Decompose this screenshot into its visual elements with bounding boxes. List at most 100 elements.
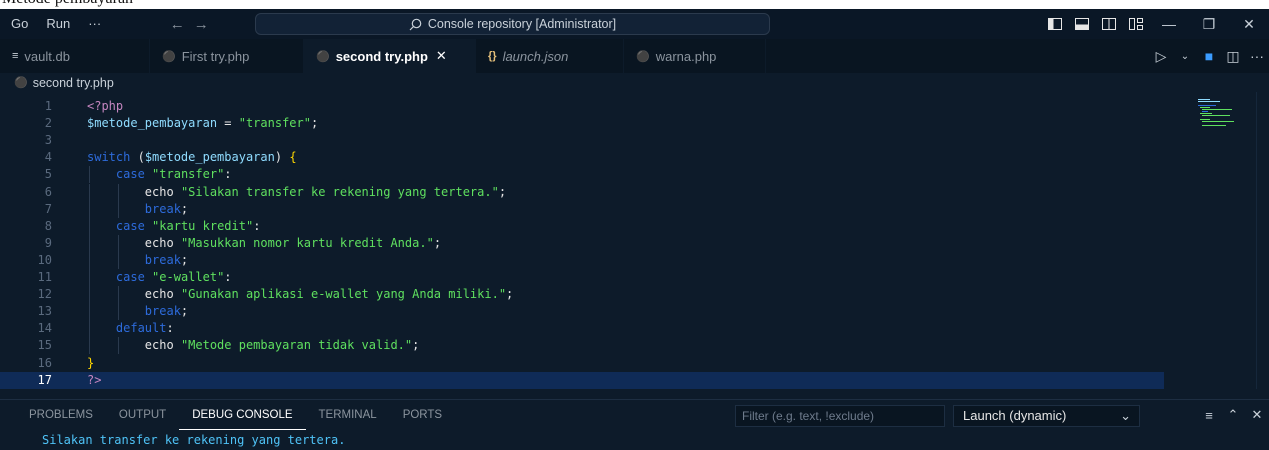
line-number: 9 — [44, 235, 52, 250]
toggle-panel-icon[interactable] — [1068, 9, 1095, 39]
code-line[interactable]: 1 <?php — [0, 98, 1164, 115]
editor-tab-bar: ≡ vault.db ⚫ First try.php ⚫ second try.… — [0, 39, 1269, 73]
code-line[interactable]: 9 echo "Masukkan nomor kartu kredit Anda… — [0, 234, 1164, 252]
launch-config-select[interactable]: Launch (dynamic) ⌄ — [953, 405, 1140, 427]
code-text: echo "Masukkan nomor kartu kredit Anda."… — [144, 235, 442, 250]
code-text: default: — [115, 321, 174, 336]
code-line[interactable]: 17 ?> — [0, 371, 1164, 389]
menu-more[interactable]: ··· — [79, 9, 110, 39]
code-line[interactable]: 14 default: — [0, 320, 1164, 338]
title-controls: — ❐ ✕ — [1041, 9, 1269, 39]
code-line[interactable]: 15 echo "Metode pembayaran tidak valid."… — [0, 337, 1164, 355]
panel-actions: ≡ ⌃ ✕ — [1197, 400, 1269, 430]
code-line[interactable]: 11 case "e-wallet": — [0, 269, 1164, 286]
code-line[interactable]: 8 case "kartu kredit": — [0, 217, 1164, 235]
chevron-down-icon: ⌄ — [1120, 408, 1131, 423]
panel-tabs: PROBLEMS OUTPUT DEBUG CONSOLE TERMINAL P… — [0, 400, 455, 430]
title-bar: Go Run ··· ← → Console repository [Admin… — [0, 9, 1269, 39]
tab-label: vault.db — [24, 48, 70, 64]
forward-arrow-icon[interactable]: → — [189, 16, 213, 33]
tab-vault-db[interactable]: ≡ vault.db — [0, 39, 150, 73]
line-number: 3 — [44, 133, 52, 148]
close-panel-icon[interactable]: ✕ — [1245, 407, 1269, 423]
code-line[interactable]: 6 echo "Silakan transfer ke rekening yan… — [0, 183, 1164, 201]
close-window-icon[interactable]: ✕ — [1229, 9, 1269, 39]
tab-first-try[interactable]: ⚫ First try.php — [150, 39, 304, 73]
line-number: 15 — [37, 338, 52, 353]
back-arrow-icon[interactable]: ← — [165, 16, 189, 33]
toggle-primary-sidebar-icon[interactable] — [1041, 9, 1068, 39]
code-line[interactable]: 16} — [0, 355, 1164, 372]
line-number: 12 — [37, 287, 52, 302]
tab-debug-console[interactable]: DEBUG CONSOLE — [179, 400, 306, 430]
minimap[interactable] — [1196, 98, 1252, 128]
command-center-label: Console repository [Administrator] — [427, 17, 617, 31]
code-line[interactable]: 2 $metode_pembayaran = "transfer"; — [0, 115, 1164, 132]
search-icon — [409, 18, 422, 30]
vscode-window: Go Run ··· ← → Console repository [Admin… — [0, 9, 1269, 450]
more-actions-icon[interactable]: ··· — [1245, 48, 1269, 64]
php-icon: ⚫ — [162, 50, 176, 63]
code-text: echo "Gunakan aplikasi e-wallet yang And… — [144, 287, 514, 302]
customize-layout-icon[interactable] — [1122, 9, 1149, 39]
run-icon[interactable]: ▷ — [1149, 48, 1173, 65]
code-text: switch ($metode_pembayaran) { — [87, 150, 297, 165]
code-line[interactable]: 10 break; — [0, 251, 1164, 269]
menu-go[interactable]: Go — [0, 9, 37, 39]
code-line[interactable]: 5 case "transfer": — [0, 166, 1164, 184]
line-number: 2 — [44, 116, 52, 131]
bottom-panel: PROBLEMS OUTPUT DEBUG CONSOLE TERMINAL P… — [0, 399, 1269, 450]
code-line[interactable]: 4 switch ($metode_pembayaran) { — [0, 149, 1164, 166]
tab-output[interactable]: OUTPUT — [106, 400, 179, 430]
code-editor[interactable]: 1 <?php 2 $metode_pembayaran = "transfer"; 3… — [0, 92, 1269, 389]
editor-actions: ▷ ⌄ ■ ◫ ··· — [1149, 39, 1269, 73]
code-text: break; — [144, 201, 189, 216]
tab-label: second try.php — [335, 48, 428, 64]
php-icon: ⚫ — [14, 77, 28, 89]
editor-scrollbar[interactable] — [1256, 92, 1269, 389]
code-text: echo "Silakan transfer ke rekening yang … — [144, 184, 507, 199]
toggle-secondary-sidebar-icon[interactable] — [1095, 9, 1122, 39]
clear-console-icon[interactable]: ≡ — [1197, 408, 1221, 423]
code-text: $metode_pembayaran = "transfer"; — [87, 116, 319, 131]
line-number: 7 — [44, 201, 52, 216]
json-icon: {} — [488, 50, 497, 62]
tab-label: launch.json — [502, 48, 569, 64]
list-icon: ≡ — [12, 50, 19, 62]
line-number: 5 — [44, 167, 52, 182]
command-center-search[interactable]: Console repository [Administrator] — [255, 13, 770, 35]
line-number: 1 — [44, 99, 52, 113]
code-text: case "e-wallet": — [115, 270, 232, 284]
breadcrumb: ⚫ second try.php — [0, 73, 1269, 92]
code-line[interactable]: 3 — [0, 132, 1164, 149]
code-text: } — [87, 355, 95, 370]
minimize-icon[interactable]: — — [1149, 9, 1189, 39]
code-line[interactable]: 13 break; — [0, 303, 1164, 321]
line-number: 4 — [44, 150, 52, 165]
tab-terminal[interactable]: TERMINAL — [306, 400, 390, 430]
code-line[interactable]: 12 echo "Gunakan aplikasi e-wallet yang … — [0, 286, 1164, 304]
code-text: case "transfer": — [115, 167, 232, 182]
tab-label: First try.php — [181, 48, 250, 64]
php-debug-icon[interactable]: ■ — [1197, 48, 1221, 64]
line-number: 14 — [37, 321, 52, 336]
breadcrumb-file[interactable]: second try.php — [33, 76, 114, 90]
tab-problems[interactable]: PROBLEMS — [0, 400, 106, 430]
code-line[interactable]: 7 break; — [0, 200, 1164, 218]
code-text: break; — [144, 304, 189, 319]
tab-launch-json[interactable]: {} launch.json — [476, 39, 624, 73]
line-number: 11 — [37, 270, 52, 284]
close-tab-icon[interactable]: ✕ — [436, 48, 447, 64]
menu-run[interactable]: Run — [37, 9, 79, 39]
line-number: 8 — [44, 218, 52, 233]
code-text: break; — [144, 252, 189, 267]
chevron-down-icon[interactable]: ⌄ — [1173, 51, 1197, 62]
filter-input[interactable]: Filter (e.g. text, !exclude) — [735, 405, 945, 427]
tab-second-try[interactable]: ⚫ second try.php ✕ — [304, 39, 476, 73]
split-editor-icon[interactable]: ◫ — [1221, 48, 1245, 65]
maximize-panel-icon[interactable]: ⌃ — [1221, 407, 1245, 423]
tab-warna[interactable]: ⚫ warna.php — [624, 39, 766, 73]
launch-config-value: Launch (dynamic) — [963, 408, 1067, 423]
restore-icon[interactable]: ❐ — [1189, 9, 1229, 39]
tab-ports[interactable]: PORTS — [390, 400, 455, 430]
